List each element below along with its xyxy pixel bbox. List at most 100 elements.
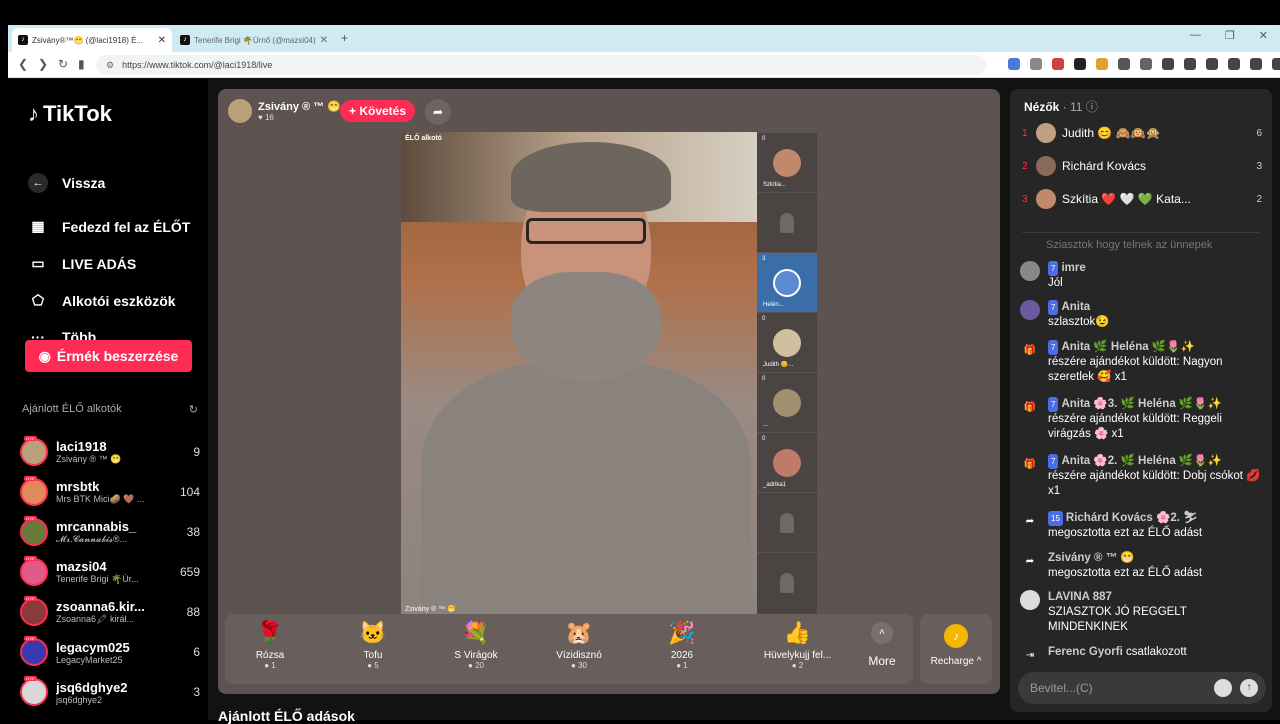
viewer-row[interactable]: 1 Judith 😊 🙈🙉🙊 6 xyxy=(1022,122,1262,144)
music-icon[interactable] xyxy=(1162,58,1174,70)
gift-item[interactable]: 👍 Hüvelykujj fel... ● 2 xyxy=(740,620,855,670)
gift-name: 2026 xyxy=(670,650,694,661)
viewer-row[interactable]: 3 Szkítia ❤️ 🤍 💚 Kata... 2 xyxy=(1022,188,1262,210)
creator-item[interactable]: LIVE legacym025 LegacyMarket25 6 xyxy=(20,634,200,670)
coin-icon: ◉ xyxy=(38,347,51,364)
chat-user[interactable]: Ferenc Gyorfi xyxy=(1048,646,1123,658)
profile-icon[interactable] xyxy=(1272,58,1280,70)
chat-input[interactable]: Bevitel...(C) ↑ xyxy=(1018,672,1266,704)
guest-slot-empty[interactable] xyxy=(757,552,817,616)
creator-item[interactable]: LIVE laci1918 Zsivány ® ™ 😁 9 xyxy=(20,434,200,470)
extension-color-icon[interactable] xyxy=(1096,58,1108,70)
creator-item[interactable]: LIVE jsq6dghye2 jsq6dghye2 3 xyxy=(20,674,200,710)
guest-slot-empty[interactable] xyxy=(757,492,817,552)
close-tab-icon[interactable]: ✕ xyxy=(158,35,166,46)
refresh-icon[interactable]: ↻ xyxy=(189,403,198,416)
chat-message: 7 imre Jól xyxy=(1020,261,1265,291)
gift-item[interactable]: 🐱 Tofu ● 5 xyxy=(328,620,418,670)
creator-sub: Zsivány ® ™ 😁 xyxy=(56,454,122,464)
forward-arrow-icon[interactable]: ❯ xyxy=(38,57,48,71)
new-tab-button[interactable]: + xyxy=(341,31,348,45)
download-icon[interactable] xyxy=(1228,58,1240,70)
back-arrow-icon[interactable]: ❮ xyxy=(18,57,28,71)
share-icon[interactable]: ➦ xyxy=(425,99,451,125)
creator-item[interactable]: LIVE mrsbtk Mrs BTK Mici🥔 🤎 ... 104 xyxy=(20,474,200,510)
extension-icon[interactable] xyxy=(1118,58,1130,70)
tab-inactive[interactable]: ♪ Tenerife Brigi 🌴Úrnő (@mazsi04) É... ✕ xyxy=(174,28,334,52)
minimize-icon[interactable]: — xyxy=(1190,29,1201,42)
creator-sub: Mrs BTK Mici🥔 🤎 ... xyxy=(56,494,145,504)
info-icon[interactable]: ⓘ xyxy=(1086,100,1098,114)
nav-creator-tools[interactable]: ⬠ Alkotói eszközök xyxy=(28,292,176,309)
avatar[interactable] xyxy=(1020,590,1040,610)
guest-slot[interactable]: 0... xyxy=(757,372,817,432)
wallet-icon[interactable] xyxy=(1206,58,1218,70)
person-icon xyxy=(780,573,794,593)
more-label: More xyxy=(868,654,896,668)
get-coins-button[interactable]: ◉ Érmék beszerzése xyxy=(25,340,192,372)
close-tab-icon[interactable]: ✕ xyxy=(320,35,328,46)
viewer-count: 9 xyxy=(193,445,200,459)
host-avatar[interactable] xyxy=(228,99,252,123)
back-link[interactable]: ← Vissza xyxy=(28,173,105,193)
gift-item[interactable]: 🐹 Vízidisznó ● 30 xyxy=(534,620,624,670)
tab-active[interactable]: ♪ Zsivány®™😁 (@laci1918) É... ✕ xyxy=(12,28,172,52)
guest-slot[interactable]: 0 Judith 😊... xyxy=(757,312,817,372)
close-window-icon[interactable]: ✕ xyxy=(1259,29,1268,42)
translate-icon[interactable] xyxy=(1008,58,1020,70)
person-icon xyxy=(780,513,794,533)
extension-x-icon[interactable] xyxy=(1030,58,1042,70)
tiktok-logo[interactable]: ♪ TikTok xyxy=(28,101,112,127)
nav-label: Fedezd fel az ÉLŐT xyxy=(62,218,191,235)
viewer-row[interactable]: 2 Richárd Kovács 3 xyxy=(1022,155,1262,177)
avatar[interactable] xyxy=(1020,261,1040,281)
chat-user[interactable]: LAVINA 887 xyxy=(1048,591,1112,603)
extension-icon[interactable] xyxy=(1074,58,1086,70)
emoji-icon[interactable] xyxy=(1214,679,1232,697)
chat-user[interactable]: imre xyxy=(1061,262,1085,274)
gift-item[interactable]: 🌹 Rózsa ● 1 xyxy=(225,620,315,670)
send-icon[interactable]: ↑ xyxy=(1240,679,1258,697)
hls-icon[interactable] xyxy=(1052,58,1064,70)
chat-user[interactable]: Anita 🌸2. 🌿 Heléna 🌿🌷✨ xyxy=(1061,455,1221,467)
address-bar[interactable]: ⚙ https://www.tiktok.com/@laci1918/live xyxy=(96,55,986,75)
chat-user[interactable]: Anita 🌿 Heléna 🌿🌷✨ xyxy=(1061,341,1194,353)
puzzle-icon[interactable] xyxy=(1140,58,1152,70)
sidebar-icon[interactable] xyxy=(1184,58,1196,70)
guest-slot[interactable]: 0 _adrika1 xyxy=(757,432,817,492)
back-arrow-icon: ← xyxy=(28,173,48,193)
gift-item[interactable]: 🎉 2026 ● 1 xyxy=(637,620,727,670)
chat-user[interactable]: Zsivány ® ™ 😁 xyxy=(1048,552,1135,564)
nav-live-studio[interactable]: ▭ LIVE ADÁS xyxy=(28,255,136,272)
more-gifts-button[interactable]: ˄ More xyxy=(862,622,902,668)
shield-icon[interactable] xyxy=(1250,58,1262,70)
nav-explore-live[interactable]: ▦ Fedezd fel az ÉLŐT xyxy=(28,218,190,235)
host-info[interactable]: Zsivány ® ™ 😁 ♥ 16 xyxy=(228,99,341,123)
recharge-button[interactable]: ♪ Recharge ^ xyxy=(920,614,992,684)
creator-item[interactable]: LIVE mazsi04 Tenerife Brigi 🌴Úr... 659 xyxy=(20,554,200,590)
guest-slot[interactable]: 0 Szkítia... xyxy=(757,132,817,192)
creator-name: mrcannabis_ xyxy=(56,519,137,534)
person-icon xyxy=(780,213,794,233)
viewer-name: Richárd Kovács xyxy=(1062,159,1147,173)
chat-text: csatlakozott xyxy=(1125,646,1187,658)
chat-user[interactable]: Richárd Kovács 🌸2. ⛷ xyxy=(1066,512,1198,524)
video-glasses xyxy=(526,218,646,244)
thumbs-up-icon: 👍 xyxy=(783,620,812,645)
site-info-icon[interactable]: ⚙ xyxy=(106,60,114,71)
bookmark-icon[interactable]: ▮ xyxy=(78,57,85,71)
avatar xyxy=(773,149,801,177)
reload-icon[interactable]: ↻ xyxy=(58,57,68,71)
follow-button[interactable]: + Követés xyxy=(340,100,415,122)
maximize-icon[interactable]: ❐ xyxy=(1225,29,1235,42)
gift-item[interactable]: 💐 S Virágok ● 20 xyxy=(431,620,521,670)
avatar[interactable] xyxy=(1020,300,1040,320)
creator-item[interactable]: LIVE zsoanna6.kir... Zsoanna6🖍 királ... 8… xyxy=(20,594,200,630)
guest-count: 3 xyxy=(762,256,766,262)
guest-slot-empty[interactable] xyxy=(757,192,817,252)
chat-user[interactable]: Anita 🌸3. 🌿 Heléna 🌿🌷✨ xyxy=(1061,398,1221,410)
live-video[interactable]: ÉLŐ alkotó Zsivány ® ™ 😁 xyxy=(401,132,757,616)
chat-user[interactable]: Anita xyxy=(1061,301,1090,313)
guest-slot[interactable]: 3 Helén... xyxy=(757,252,817,312)
creator-item[interactable]: LIVE mrcannabis_ 𝓜𝓻.𝓒𝓪𝓷𝓷𝓪𝓫𝓲𝓼®... 38 xyxy=(20,514,200,550)
